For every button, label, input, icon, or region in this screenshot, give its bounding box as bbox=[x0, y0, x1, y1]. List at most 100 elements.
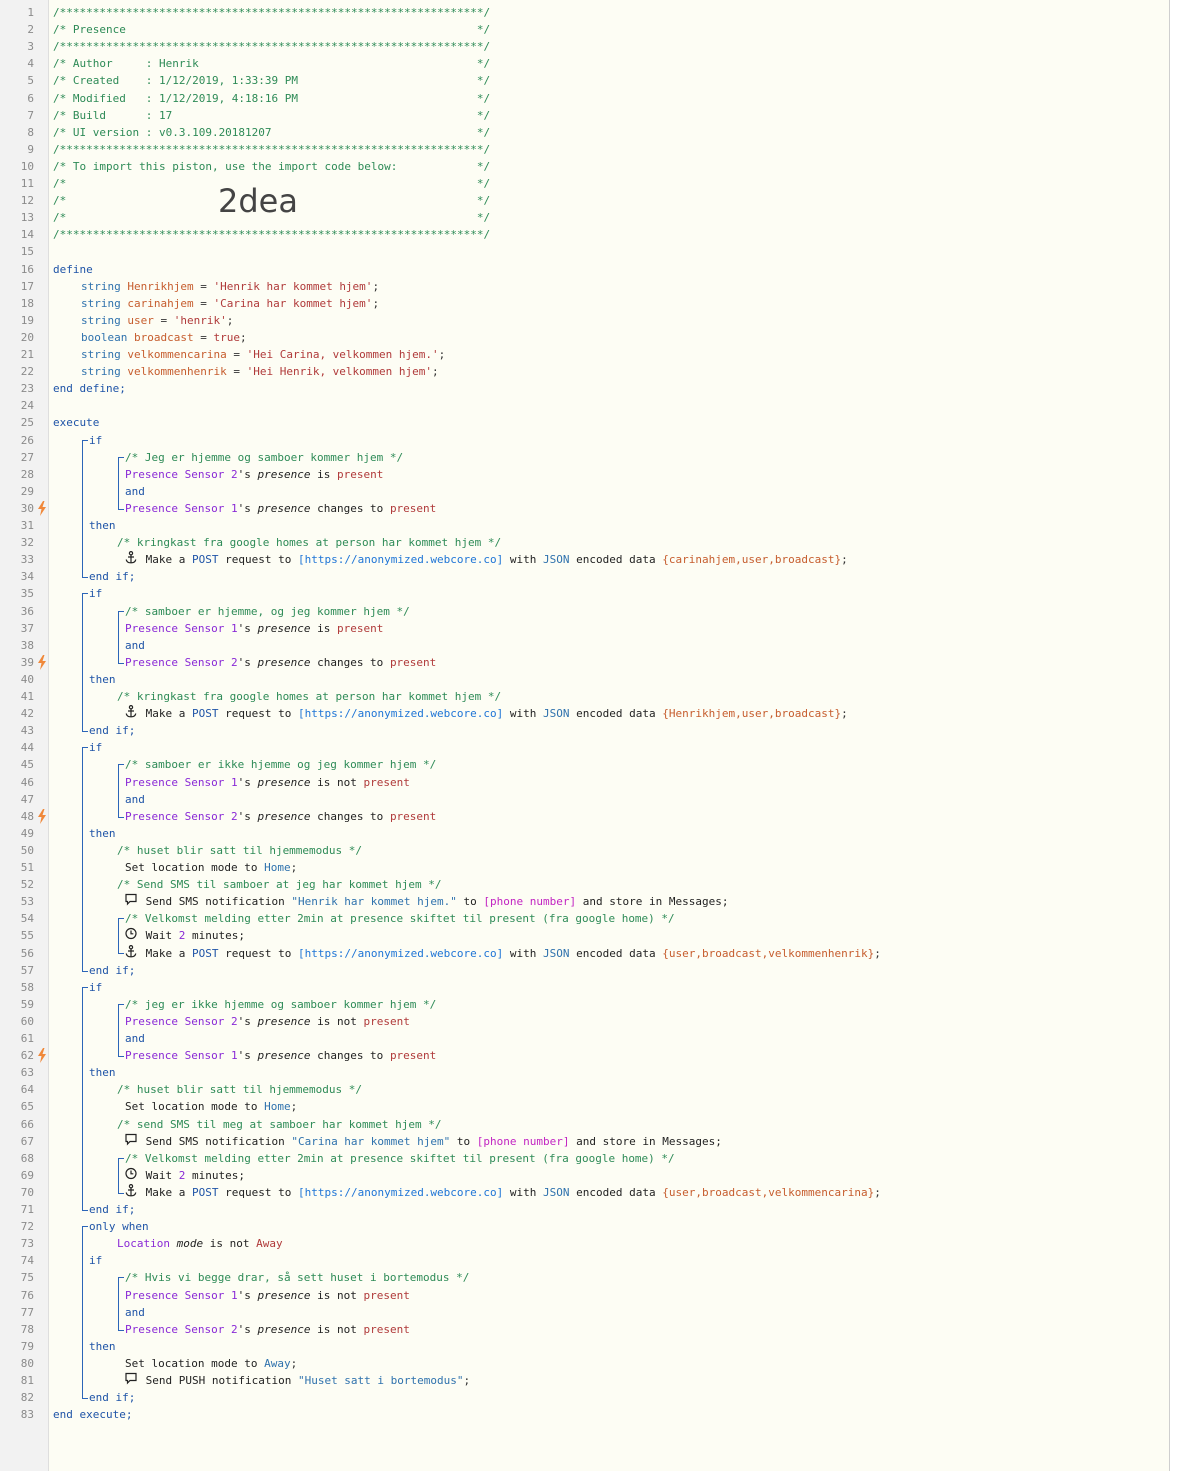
statement-text: encoded data bbox=[576, 1185, 656, 1199]
code-line-content: string velkommencarina = 'Hei Carina, ve… bbox=[81, 346, 445, 363]
semicolon: ; bbox=[874, 1185, 881, 1199]
device-number: 1 bbox=[230, 1049, 238, 1063]
device-name: Presence Sensor bbox=[125, 1322, 225, 1336]
request-data: {carinahjem,user,broadcast} bbox=[662, 553, 842, 567]
code-line-content: Presence Sensor 2's presence is present bbox=[125, 466, 383, 483]
phone-number: [phone number] bbox=[476, 1134, 570, 1148]
wait-clock-icon bbox=[125, 927, 139, 944]
code-line-content: Send PUSH notification "Huset satt i bor… bbox=[125, 1372, 470, 1389]
semicolon: ; bbox=[372, 279, 380, 293]
and-keyword: and bbox=[125, 1032, 145, 1045]
code-line: Presence Sensor 2's presence changes to … bbox=[0, 808, 1169, 825]
semicolon: ; bbox=[438, 348, 446, 361]
code-line-content: define bbox=[53, 261, 93, 278]
trigger-operator: changes to bbox=[317, 655, 384, 669]
code-line: if bbox=[0, 739, 1169, 756]
variable-type: string bbox=[81, 313, 121, 327]
content-type: JSON bbox=[543, 707, 570, 721]
code-line: Presence Sensor 2's presence changes to … bbox=[0, 654, 1169, 671]
code-line: Location mode is not Away bbox=[0, 1235, 1169, 1252]
code-line: /* UI version : v0.3.109.20181207 */ bbox=[0, 124, 1169, 141]
location-mode-value: Home bbox=[264, 861, 291, 874]
assign-operator: = bbox=[233, 365, 240, 379]
code-line: /* Hvis vi begge drar, så sett huset i b… bbox=[0, 1269, 1169, 1286]
code-line: Presence Sensor 2's presence is not pres… bbox=[0, 1013, 1169, 1030]
header-comment: /* Author : Henrik */ bbox=[53, 57, 491, 71]
code-line-content: and bbox=[125, 791, 145, 808]
comparison-operator: is bbox=[317, 467, 331, 481]
variable-name: velkommencarina bbox=[127, 348, 227, 361]
variable-value: 'Hei Carina, velkommen hjem.' bbox=[246, 348, 439, 361]
comparison-value: present bbox=[389, 501, 437, 515]
code-line: /* jeg er ikke hjemme og samboer kommer … bbox=[0, 996, 1169, 1013]
possessive: 's bbox=[237, 621, 251, 635]
request-url: [https://anonymized.webcore.co] bbox=[297, 946, 504, 960]
code-line: string carinahjem = 'Carina har kommet h… bbox=[0, 295, 1169, 312]
code-line-content: only when bbox=[89, 1218, 149, 1235]
code-line: /* */ bbox=[0, 175, 1169, 192]
execute-keyword: execute bbox=[53, 416, 100, 430]
code-line-content: /* Hvis vi begge drar, så sett huset i b… bbox=[125, 1269, 469, 1286]
statement-text: Set location mode to bbox=[125, 1356, 258, 1370]
code-line: then bbox=[0, 671, 1169, 688]
code-line: /* kringkast fra google homes at person … bbox=[0, 534, 1169, 551]
code-comment: /* Jeg er hjemme og samboer kommer hjem … bbox=[125, 450, 404, 464]
code-line: end if; bbox=[0, 1389, 1169, 1406]
code-line-content: string carinahjem = 'Carina har kommet h… bbox=[81, 295, 379, 312]
header-comment: /* To import this piston, use the import… bbox=[53, 159, 491, 173]
code-line-content: execute bbox=[53, 414, 99, 431]
http-method: POST bbox=[192, 553, 219, 567]
http-method: POST bbox=[192, 1185, 219, 1199]
code-line-content: Presence Sensor 2's presence is not pres… bbox=[125, 1013, 410, 1030]
comparison-operator: is bbox=[317, 621, 331, 635]
possessive: 's bbox=[237, 467, 251, 481]
statement-text: encoded data bbox=[576, 553, 656, 567]
line-number: 15 bbox=[20, 245, 34, 259]
code-line: end if; bbox=[0, 1201, 1169, 1218]
code-line-content: /* Velkomst melding etter 2min at presen… bbox=[125, 910, 675, 927]
device-number: 1 bbox=[230, 775, 238, 789]
semicolon: ; bbox=[290, 1100, 298, 1114]
code-comment: /* huset blir satt til hjemmemodus */ bbox=[117, 843, 363, 857]
code-line-content: Make a POST request to [https://anonymiz… bbox=[125, 944, 881, 962]
statement-text: Send SMS notification bbox=[145, 1134, 285, 1148]
notification-message: "Henrik har kommet hjem." bbox=[291, 895, 457, 909]
code-line: Set location mode to Home; bbox=[0, 1098, 1169, 1115]
header-comment: /* Modified : 1/12/2019, 4:18:16 PM */ bbox=[53, 91, 491, 105]
comparison-value: present bbox=[363, 775, 410, 789]
web-request-anchor-icon bbox=[125, 705, 139, 722]
if-block-rail bbox=[82, 1226, 88, 1400]
code-line-content: and bbox=[125, 483, 145, 500]
and-keyword: and bbox=[125, 638, 145, 652]
attribute-name: presence bbox=[257, 809, 311, 823]
code-line-content: end if; bbox=[89, 568, 135, 585]
device-number: 1 bbox=[230, 621, 238, 635]
comparison-value: present bbox=[389, 809, 437, 823]
code-line: /* huset blir satt til hjemmemodus */ bbox=[0, 1081, 1169, 1098]
attribute-name: presence bbox=[257, 501, 311, 515]
content-type: JSON bbox=[543, 946, 570, 960]
semicolon: ; bbox=[290, 1356, 298, 1370]
code-line-content: /* Author : Henrik */ bbox=[53, 55, 490, 72]
header-comment: /* Presence */ bbox=[53, 23, 491, 37]
code-line: /* Jeg er hjemme og samboer kommer hjem … bbox=[0, 449, 1169, 466]
statement-text: minutes; bbox=[192, 1168, 245, 1182]
comparison-value: Away bbox=[256, 1237, 283, 1251]
comparison-operator: is not bbox=[317, 1322, 357, 1336]
then-keyword: then bbox=[89, 826, 116, 840]
end-execute-keyword: end execute; bbox=[53, 1408, 133, 1422]
device-number: 1 bbox=[230, 1288, 238, 1302]
variable-name: broadcast bbox=[133, 330, 194, 344]
code-line: Presence Sensor 1's presence changes to … bbox=[0, 1047, 1169, 1064]
code-line: Presence Sensor 2's presence is not pres… bbox=[0, 1321, 1169, 1338]
code-line: and bbox=[0, 483, 1169, 500]
http-method: POST bbox=[192, 946, 219, 960]
code-line-content: then bbox=[89, 1338, 116, 1355]
code-line-content: string velkommenhenrik = 'Hei Henrik, ve… bbox=[81, 363, 439, 380]
code-line-content: Presence Sensor 2's presence is not pres… bbox=[125, 1321, 410, 1338]
device-name: Presence Sensor bbox=[125, 809, 225, 823]
code-line-content: end define; bbox=[53, 380, 126, 397]
code-line: Presence Sensor 1's presence is not pres… bbox=[0, 1287, 1169, 1304]
device-name: Presence Sensor bbox=[125, 1049, 225, 1063]
assign-operator: = bbox=[200, 296, 207, 310]
